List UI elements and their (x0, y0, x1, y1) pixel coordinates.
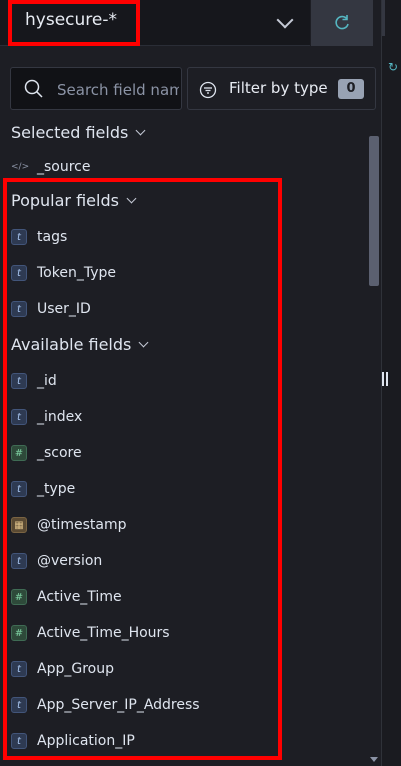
field-list-scrollbar[interactable] (368, 136, 380, 766)
field-search[interactable] (10, 67, 182, 110)
chevron-down-icon (126, 193, 137, 204)
string-type-icon: t (11, 373, 27, 389)
string-type-icon: t (11, 409, 27, 425)
field-item[interactable]: t Token_Type (0, 256, 366, 292)
field-item[interactable]: t _index (0, 400, 366, 436)
date-type-icon: ▦ (11, 517, 27, 533)
field-name: App_Group (37, 661, 114, 677)
string-type-icon: t (11, 553, 27, 569)
field-item[interactable]: t User_ID (0, 292, 366, 328)
field-name: User_ID (37, 301, 91, 317)
filter-by-type-button[interactable]: Filter by type 0 (187, 67, 376, 110)
field-name: Application_IP (37, 733, 135, 749)
field-item[interactable]: t Application_IP (0, 724, 366, 760)
number-type-icon: # (11, 445, 27, 461)
number-type-icon: # (11, 589, 27, 605)
scrollbar-thumb[interactable] (369, 136, 379, 286)
field-name: _source (37, 159, 91, 175)
field-name: @version (37, 553, 103, 569)
field-name: @timestamp (37, 517, 127, 533)
available-fields-header[interactable]: Available fields (11, 335, 149, 354)
chevron-down-icon (135, 125, 146, 136)
string-type-icon: t (11, 229, 27, 245)
field-name: _index (37, 409, 83, 425)
field-name: _type (37, 481, 76, 497)
number-type-icon: # (11, 625, 27, 641)
refresh-icon (335, 15, 349, 30)
field-name: App_Server_IP_Address (37, 697, 200, 713)
field-item[interactable]: # Active_Time (0, 580, 366, 616)
field-item[interactable]: t App_Server_IP_Address (0, 688, 366, 724)
field-item[interactable]: t tags (0, 220, 366, 256)
index-pattern-selector[interactable]: hysecure-* (0, 0, 310, 46)
field-item[interactable]: # Active_Time_Hours (0, 616, 366, 652)
selected-fields-header[interactable]: Selected fields (11, 123, 146, 142)
search-icon (24, 79, 43, 98)
string-type-icon: t (11, 265, 27, 281)
section-title: Popular fields (11, 191, 119, 210)
section-title: Available fields (11, 335, 132, 354)
section-title: Selected fields (11, 123, 129, 142)
scroll-down-arrow-icon[interactable] (370, 757, 378, 762)
chevron-down-icon (138, 337, 149, 348)
field-name: Active_Time (37, 589, 122, 605)
popular-fields-header[interactable]: Popular fields (11, 191, 137, 210)
string-type-icon: t (11, 733, 27, 749)
field-name: _score (37, 445, 82, 461)
field-item[interactable]: t @version (0, 544, 366, 580)
field-name: Token_Type (37, 265, 116, 281)
field-item-source[interactable]: </> _source (0, 150, 366, 186)
field-item[interactable]: t _id (0, 364, 366, 400)
refresh-button[interactable] (311, 0, 373, 46)
field-name: Active_Time_Hours (37, 625, 170, 641)
code-icon: </> (11, 162, 30, 172)
string-type-icon: t (11, 301, 27, 317)
field-name: tags (37, 229, 68, 245)
field-name: _id (37, 373, 57, 389)
resize-handle[interactable] (382, 372, 388, 386)
string-type-icon: t (11, 481, 27, 497)
filter-count-badge: 0 (338, 79, 364, 99)
index-pattern-name: hysecure-* (25, 10, 117, 30)
panel-tab (382, 0, 385, 36)
refresh-icon: ↻ (388, 60, 399, 74)
string-type-icon: t (11, 661, 27, 677)
field-item[interactable]: # _score (0, 436, 366, 472)
field-item[interactable]: t _type (0, 472, 366, 508)
field-list: Selected fields </> _source Popular fiel… (0, 116, 366, 766)
field-item[interactable]: t App_Group (0, 652, 366, 688)
chevron-down-icon (276, 11, 294, 29)
top-bar: hysecure-* (0, 0, 401, 46)
filter-icon (199, 81, 217, 99)
search-input[interactable] (55, 78, 181, 102)
filter-label: Filter by type (229, 79, 328, 97)
field-item[interactable]: ▦ @timestamp (0, 508, 366, 544)
string-type-icon: t (11, 697, 27, 713)
